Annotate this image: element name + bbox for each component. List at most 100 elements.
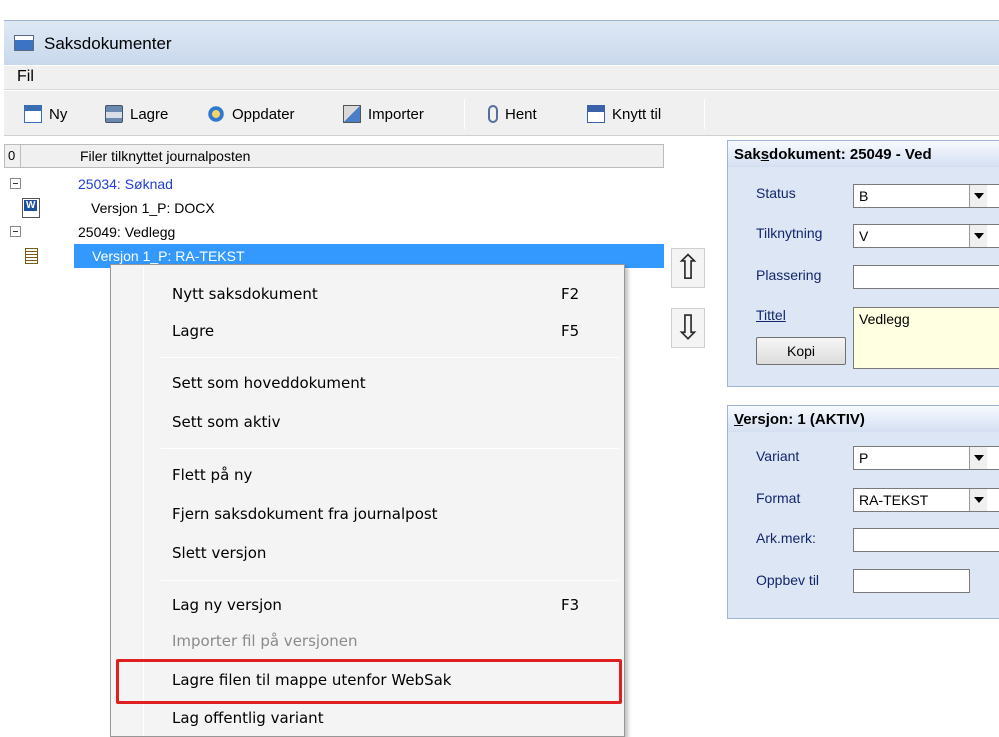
menu-item-new-document[interactable]: Nytt saksdokument F2 (117, 277, 619, 311)
menu-item-label: Lag ny versjon (172, 596, 282, 614)
oppbev-field[interactable] (853, 569, 970, 593)
new-document-icon (24, 105, 42, 123)
tree-row[interactable]: 25049: Vedlegg (4, 220, 664, 244)
link-window-icon (587, 105, 605, 123)
menu-item-shortcut: F2 (561, 285, 580, 303)
tittel-value: Vedlegg (859, 311, 910, 327)
fetch-button-label: Hent (505, 105, 537, 123)
save-button-label: Lagre (130, 105, 169, 123)
menu-item-save[interactable]: Lagre F5 (117, 314, 619, 348)
text-document-icon (25, 248, 38, 264)
versjon-panel: Versjon: 1 (AKTIV) Variant P Format RA-T… (727, 405, 999, 619)
versjon-panel-title: Versjon: 1 (AKTIV) (728, 406, 999, 432)
collapse-icon[interactable] (10, 178, 21, 189)
arkmerk-field[interactable] (853, 528, 999, 552)
variant-value: P (859, 450, 869, 466)
dropdown-arrow-icon[interactable] (969, 489, 987, 511)
tittel-label: Tittel (756, 307, 786, 323)
import-icon (343, 105, 361, 123)
menu-item-label: Sett som hoveddokument (172, 374, 366, 392)
new-button-label: Ny (49, 105, 68, 123)
panel-title-part: Sak (734, 146, 761, 163)
arrow-down-icon: ⇩ (673, 309, 703, 347)
tilknytning-label: Tilknytning (756, 225, 823, 241)
tilknytning-select[interactable]: V (853, 224, 999, 248)
menu-item-remove-document[interactable]: Fjern saksdokument fra journalpost (117, 497, 619, 531)
toolbar: Ny Lagre Oppdater Importer Hent Knytt ti… (4, 91, 999, 136)
menu-separator (161, 357, 619, 358)
tree-row-label: Versjon 1_P: DOCX (91, 200, 215, 216)
highlight-annotation (116, 659, 622, 704)
arrow-up-icon: ⇧ (673, 249, 703, 287)
copy-button[interactable]: Kopi (756, 337, 846, 365)
move-up-button[interactable]: ⇧ (671, 248, 705, 288)
dropdown-arrow-icon[interactable] (969, 447, 987, 469)
import-button[interactable]: Importer (343, 102, 424, 126)
plassering-label: Plassering (756, 267, 822, 283)
app-window-icon (14, 35, 34, 51)
menu-item-new-version[interactable]: Lag ny versjon F3 (117, 588, 619, 622)
menu-item-merge-again[interactable]: Flett på ny (117, 458, 619, 492)
save-button[interactable]: Lagre (105, 102, 168, 126)
status-label: Status (756, 185, 796, 201)
menu-separator (161, 580, 619, 581)
menu-item-label: Nytt saksdokument (172, 285, 318, 303)
format-label: Format (756, 490, 801, 506)
menu-item-delete-version[interactable]: Slett versjon (117, 536, 619, 570)
tilknytning-value: V (859, 228, 869, 244)
menu-item-shortcut: F5 (561, 322, 580, 340)
move-down-button[interactable]: ⇩ (671, 308, 705, 348)
tree-row-label: 25049: Vedlegg (78, 224, 176, 240)
oppbev-label: Oppbev til (756, 572, 820, 588)
application-window: Saksdokumenter Fil Ny Lagre Oppdater Imp… (0, 0, 999, 737)
menu-fil[interactable]: Fil (14, 68, 37, 86)
menu-item-label: Fjern saksdokument fra journalpost (172, 505, 438, 523)
save-icon (105, 105, 123, 123)
saksdokument-panel-title: Saksdokument: 25049 - Ved (728, 141, 999, 167)
word-document-icon (22, 198, 40, 218)
link-to-button[interactable]: Knytt til (587, 102, 661, 126)
title-bar: Saksdokumenter (4, 20, 999, 65)
menu-item-set-active[interactable]: Sett som aktiv (117, 405, 619, 439)
menu-item-label: Slett versjon (172, 544, 267, 562)
new-button[interactable]: Ny (24, 102, 67, 126)
refresh-button-label: Oppdater (232, 105, 295, 123)
format-value: RA-TEKST (859, 492, 929, 508)
plassering-field[interactable] (853, 265, 999, 289)
fetch-button[interactable]: Hent (488, 102, 537, 126)
tree-header-label: Filer tilknyttet journalposten (80, 148, 251, 164)
menu-item-import-file: Importer fil på versjonen (117, 624, 619, 658)
menu-item-label: Lag offentlig variant (172, 709, 324, 727)
menu-item-shortcut: F3 (561, 596, 580, 614)
status-select[interactable]: B (853, 184, 999, 208)
tree-row-label: Versjon 1_P: RA-TEKST (92, 248, 245, 264)
variant-label: Variant (756, 448, 800, 464)
panel-title-part: ersjon: 1 (AKTIV) (743, 411, 865, 428)
tittel-field[interactable]: Vedlegg (853, 307, 999, 369)
tree-row-label: 25034: Søknad (78, 176, 173, 192)
dropdown-arrow-icon[interactable] (969, 225, 987, 247)
menu-separator (161, 448, 619, 449)
saksdokument-panel: Saksdokument: 25049 - Ved Status B Tilkn… (727, 140, 999, 387)
tree-header: 0 Filer tilknyttet journalposten (4, 144, 664, 168)
panel-title-mnemonic: V (734, 411, 744, 428)
dropdown-arrow-icon[interactable] (969, 185, 987, 207)
menu-item-label: Lagre (172, 322, 215, 340)
paperclip-icon (488, 105, 498, 123)
tree-header-number: 0 (5, 145, 21, 167)
variant-select[interactable]: P (853, 446, 999, 470)
menu-item-set-main-document[interactable]: Sett som hoveddokument (117, 366, 619, 400)
link-to-button-label: Knytt til (612, 105, 662, 123)
menu-item-public-variant[interactable]: Lag offentlig variant (117, 701, 619, 735)
collapse-icon[interactable] (10, 226, 21, 237)
window-title: Saksdokumenter (44, 34, 172, 53)
panel-title-mnemonic: s (760, 146, 770, 163)
toolbar-separator (704, 99, 705, 129)
refresh-button[interactable]: Oppdater (207, 102, 295, 126)
menu-item-label: Importer fil på versjonen (172, 632, 358, 650)
menu-item-label: Flett på ny (172, 466, 253, 484)
tree-row[interactable]: 25034: Søknad (4, 172, 664, 196)
tree-row[interactable]: Versjon 1_P: DOCX (4, 196, 664, 220)
format-select[interactable]: RA-TEKST (853, 488, 999, 512)
import-button-label: Importer (368, 105, 424, 123)
